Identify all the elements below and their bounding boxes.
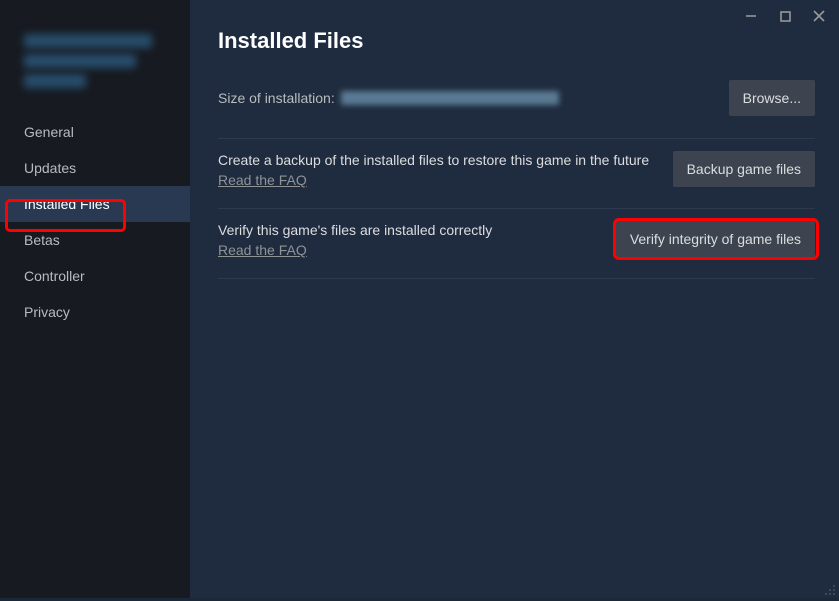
sidebar: General Updates Installed Files Betas Co… <box>0 0 190 598</box>
close-button[interactable] <box>811 8 827 24</box>
sidebar-item-controller[interactable]: Controller <box>0 258 190 294</box>
size-value-obscured <box>341 91 559 105</box>
sidebar-item-betas[interactable]: Betas <box>0 222 190 258</box>
backup-section: Create a backup of the installed files t… <box>218 139 815 209</box>
main-content: Installed Files Size of installation: Br… <box>190 0 839 598</box>
sidebar-item-label: General <box>24 124 74 140</box>
verify-faq-link[interactable]: Read the FAQ <box>218 242 307 258</box>
size-section: Size of installation: Browse... <box>218 80 815 139</box>
backup-faq-link[interactable]: Read the FAQ <box>218 172 307 188</box>
window-controls <box>743 8 827 24</box>
sidebar-item-general[interactable]: General <box>0 114 190 150</box>
size-label: Size of installation: <box>218 90 335 106</box>
sidebar-item-label: Updates <box>24 160 76 176</box>
resize-grip-icon[interactable] <box>824 583 836 595</box>
game-title-area <box>0 28 190 114</box>
verify-desc: Verify this game's files are installed c… <box>218 221 600 240</box>
page-title: Installed Files <box>218 28 815 54</box>
maximize-button[interactable] <box>777 8 793 24</box>
verify-section: Verify this game's files are installed c… <box>218 209 815 279</box>
sidebar-item-label: Betas <box>24 232 60 248</box>
sidebar-item-label: Controller <box>24 268 85 284</box>
backup-game-files-button[interactable]: Backup game files <box>673 151 815 187</box>
sidebar-item-label: Privacy <box>24 304 70 320</box>
sidebar-item-privacy[interactable]: Privacy <box>0 294 190 330</box>
browse-button[interactable]: Browse... <box>729 80 815 116</box>
sidebar-item-updates[interactable]: Updates <box>0 150 190 186</box>
verify-integrity-button[interactable]: Verify integrity of game files <box>616 221 815 257</box>
sidebar-item-label: Installed Files <box>24 196 110 212</box>
minimize-button[interactable] <box>743 8 759 24</box>
sidebar-item-installed-files[interactable]: Installed Files <box>0 186 190 222</box>
backup-desc: Create a backup of the installed files t… <box>218 151 657 170</box>
